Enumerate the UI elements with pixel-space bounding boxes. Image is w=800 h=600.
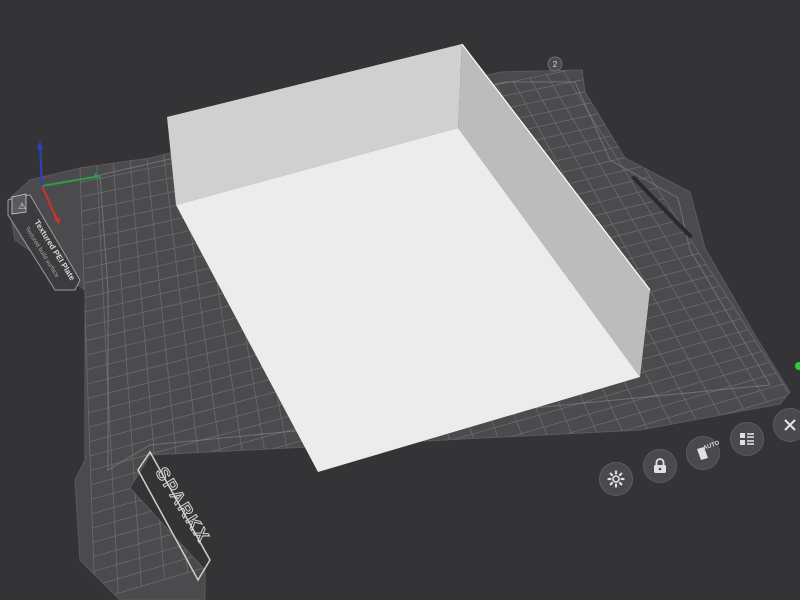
3d-viewport[interactable]: ⚠ Textured PEI Plate Textured build surf…	[0, 0, 800, 600]
arrange-button[interactable]	[730, 422, 764, 456]
auto-orient-button[interactable]: AUTO	[686, 436, 720, 470]
lock-icon	[654, 458, 666, 473]
warning-icon-glyph: ⚠	[18, 201, 26, 211]
gear-icon	[607, 470, 625, 488]
close-icon	[784, 419, 796, 431]
lock-button[interactable]	[643, 449, 677, 483]
status-indicator-dot	[795, 362, 800, 370]
plate-number: 2	[553, 60, 558, 69]
arrange-icon	[740, 433, 754, 445]
plate-number-badge[interactable]: 2	[547, 56, 563, 72]
close-button[interactable]	[773, 408, 800, 442]
settings-button[interactable]	[599, 462, 633, 496]
